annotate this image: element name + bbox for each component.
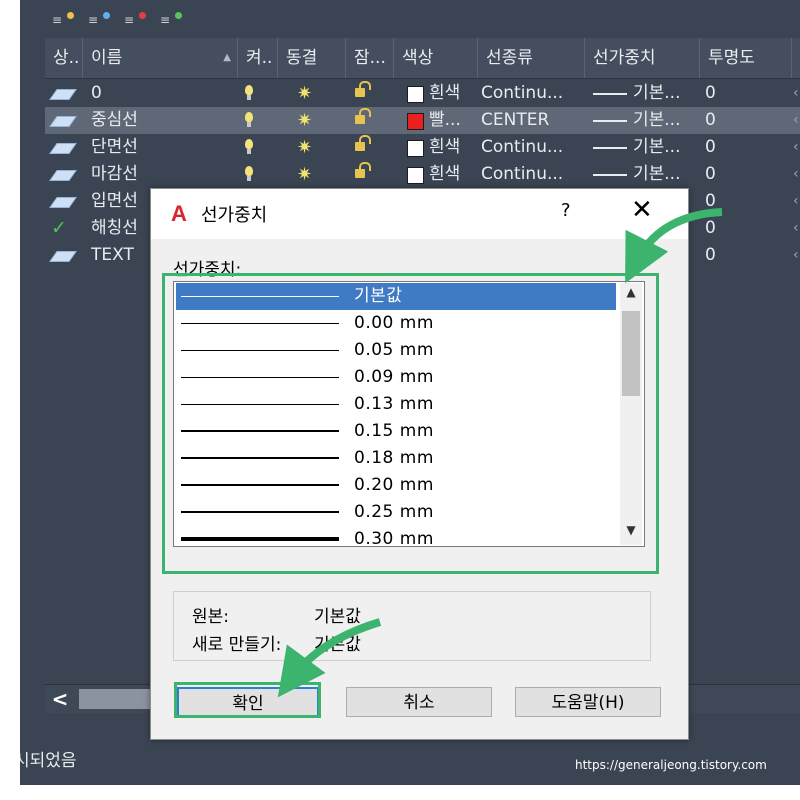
lightbulb-on-icon[interactable] xyxy=(245,112,253,127)
delete-layer-icon[interactable]: ≡ xyxy=(124,12,146,28)
list-highlight-box xyxy=(162,273,659,574)
layer-transparency[interactable]: 0 xyxy=(705,188,716,215)
column-color[interactable]: 색상 xyxy=(394,38,478,78)
column-lock[interactable]: 잠... xyxy=(346,38,394,78)
row-overflow-mark: ‹ xyxy=(793,193,799,209)
dialog-titlebar[interactable]: A 선가중치 ? ✕ xyxy=(151,189,688,239)
original-value: 기본값 xyxy=(314,607,361,627)
help-icon[interactable]: ? xyxy=(561,200,571,221)
column-status[interactable]: 상.. xyxy=(45,38,83,78)
layer-status-icon xyxy=(49,197,77,208)
set-current-icon[interactable]: ≡ xyxy=(160,12,182,28)
sort-ascending-icon: ▲ xyxy=(223,52,231,63)
lineweight-sample xyxy=(593,147,627,149)
layer-table-header: 상.. 이름 ▲ 켜.. 동결 잠... 색상 선종류 선가중치 투명도 xyxy=(45,38,800,79)
layer-lineweight[interactable]: 기본... xyxy=(633,80,693,107)
watermark: https://generaljeong.tistory.com xyxy=(575,758,767,772)
unlock-icon[interactable] xyxy=(355,135,371,151)
lineweight-sample xyxy=(593,120,627,122)
layer-transparency[interactable]: 0 xyxy=(705,80,716,107)
layer-row[interactable]: 중심선 ✷ 빨... CENTER 기본... 0 ‹ xyxy=(45,107,800,134)
color-swatch[interactable] xyxy=(407,167,424,184)
layer-lineweight[interactable]: 기본... xyxy=(633,161,693,188)
layer-color-name[interactable]: 흰색 xyxy=(429,161,460,188)
new-label: 새로 만들기: xyxy=(192,635,282,655)
layer-lineweight[interactable]: 기본... xyxy=(633,107,693,134)
layer-transparency[interactable]: 0 xyxy=(705,215,716,242)
status-text: 시되었음 xyxy=(20,751,77,771)
unlock-icon[interactable] xyxy=(355,162,371,178)
unlock-icon[interactable] xyxy=(355,108,371,124)
current-layer-check-icon: ✓ xyxy=(51,217,67,239)
lineweight-info-box: 원본: 기본값 새로 만들기: 기본값 xyxy=(173,591,651,661)
cancel-button[interactable]: 취소 xyxy=(346,687,492,717)
layer-linetype[interactable]: Continu... xyxy=(481,134,587,161)
sun-thaw-icon[interactable]: ✷ xyxy=(297,134,312,161)
scroll-left-button[interactable]: < xyxy=(45,687,75,711)
row-overflow-mark: ‹ xyxy=(793,220,799,236)
unlock-icon[interactable] xyxy=(355,81,371,97)
lineweight-sample xyxy=(593,174,627,176)
sun-thaw-icon[interactable]: ✷ xyxy=(297,107,312,134)
new-value: 기본값 xyxy=(314,635,361,655)
column-transparency[interactable]: 투명도 xyxy=(700,38,792,78)
lineweight-sample xyxy=(593,93,627,95)
lightbulb-on-icon[interactable] xyxy=(245,139,253,154)
layer-name[interactable]: TEXT xyxy=(91,242,134,269)
layer-name[interactable]: 단면선 xyxy=(91,134,138,161)
sun-thaw-icon[interactable]: ✷ xyxy=(297,80,312,107)
color-swatch[interactable] xyxy=(407,113,424,130)
layer-linetype[interactable]: Continu... xyxy=(481,80,587,107)
layer-transparency[interactable]: 0 xyxy=(705,161,716,188)
new-layer-icon[interactable]: ≡ xyxy=(52,12,74,28)
row-overflow-mark: ‹ xyxy=(793,112,799,128)
layer-transparency[interactable]: 0 xyxy=(705,107,716,134)
autocad-logo-icon: A xyxy=(171,201,187,226)
layer-status-icon xyxy=(49,251,77,262)
layer-name[interactable]: 마감선 xyxy=(91,161,138,188)
layer-name[interactable]: 0 xyxy=(91,80,102,107)
layer-transparency[interactable]: 0 xyxy=(705,242,716,269)
color-swatch[interactable] xyxy=(407,86,424,103)
close-icon[interactable]: ✕ xyxy=(631,195,653,225)
layer-linetype[interactable]: Continu... xyxy=(481,161,587,188)
layer-color-name[interactable]: 빨... xyxy=(429,107,461,134)
original-label: 원본: xyxy=(192,607,230,627)
layer-row[interactable]: 마감선 ✷ 흰색 Continu... 기본... 0 ‹ xyxy=(45,161,800,188)
column-on[interactable]: 켜.. xyxy=(238,38,278,78)
row-overflow-mark: ‹ xyxy=(793,166,799,182)
layer-toolbar: ≡ ≡ ≡ ≡ xyxy=(20,0,800,38)
layer-row[interactable]: 0 ✷ 흰색 Continu... 기본... 0 ‹ xyxy=(45,80,800,107)
layer-status-icon xyxy=(49,170,77,181)
help-button[interactable]: 도움말(H) xyxy=(515,687,661,717)
layer-color-name[interactable]: 흰색 xyxy=(429,134,460,161)
column-linetype[interactable]: 선종류 xyxy=(478,38,585,78)
row-overflow-mark: ‹ xyxy=(793,85,799,101)
layer-status-icon xyxy=(49,143,77,154)
column-freeze[interactable]: 동결 xyxy=(278,38,346,78)
row-overflow-mark: ‹ xyxy=(793,247,799,263)
layer-status-icon xyxy=(49,89,77,100)
column-name[interactable]: 이름 ▲ xyxy=(83,38,238,78)
column-lineweight[interactable]: 선가중치 xyxy=(585,38,700,78)
layer-row[interactable]: 단면선 ✷ 흰색 Continu... 기본... 0 ‹ xyxy=(45,134,800,161)
sun-thaw-icon[interactable]: ✷ xyxy=(297,161,312,188)
layer-status-icon xyxy=(49,116,77,127)
ok-highlight-box xyxy=(174,682,321,718)
layer-name[interactable]: 입면선 xyxy=(91,188,138,215)
lightbulb-on-icon[interactable] xyxy=(245,166,253,181)
layer-name[interactable]: 중심선 xyxy=(91,107,138,134)
lightbulb-on-icon[interactable] xyxy=(245,85,253,100)
layer-transparency[interactable]: 0 xyxy=(705,134,716,161)
layer-name[interactable]: 해칭선 xyxy=(91,215,138,242)
new-layer-vp-frozen-icon[interactable]: ≡ xyxy=(88,12,110,28)
layer-color-name[interactable]: 흰색 xyxy=(429,80,460,107)
dialog-title: 선가중치 xyxy=(201,205,268,226)
color-swatch[interactable] xyxy=(407,140,424,157)
layer-linetype[interactable]: CENTER xyxy=(481,107,587,134)
layer-lineweight[interactable]: 기본... xyxy=(633,134,693,161)
row-overflow-mark: ‹ xyxy=(793,139,799,155)
